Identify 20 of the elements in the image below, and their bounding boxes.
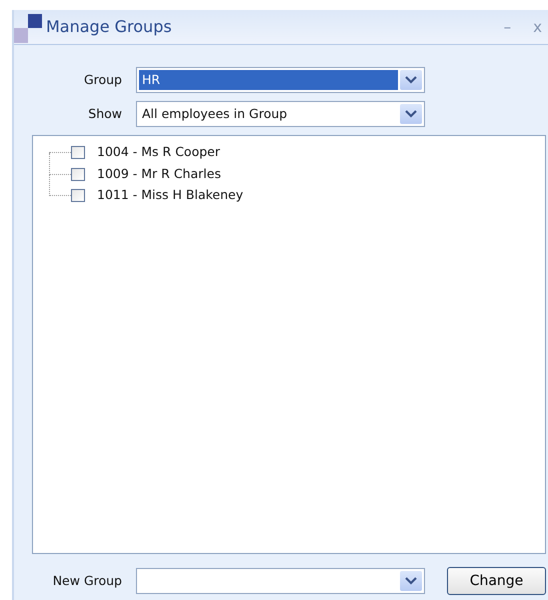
new-group-dropdown[interactable]: [136, 568, 425, 594]
field-label: Show: [87, 104, 123, 123]
checkbox[interactable]: [71, 189, 85, 202]
checkbox[interactable]: [71, 168, 85, 181]
group-dropdown[interactable]: HR: [136, 67, 425, 93]
dropdown-button[interactable]: [400, 70, 422, 90]
change-button[interactable]: Change: [447, 567, 546, 595]
show-dropdown[interactable]: All employees in Group: [136, 101, 425, 127]
tree-item-label[interactable]: 1009 - Mr R Charles: [97, 164, 221, 184]
field-label: New Group: [52, 572, 123, 590]
chevron-down-icon: [405, 577, 417, 585]
window-title: Manage Groups: [46, 16, 172, 38]
dropdown-button[interactable]: [400, 104, 422, 124]
tree-item-label[interactable]: 1004 - Ms R Cooper: [97, 143, 220, 162]
dropdown-button[interactable]: [400, 571, 422, 591]
checkbox[interactable]: [71, 146, 85, 160]
field-label: Group: [82, 70, 123, 89]
chevron-down-icon: [405, 76, 417, 84]
tree-item-label[interactable]: 1011 - Miss H Blakeney: [97, 186, 244, 206]
chevron-down-icon: [405, 110, 417, 118]
